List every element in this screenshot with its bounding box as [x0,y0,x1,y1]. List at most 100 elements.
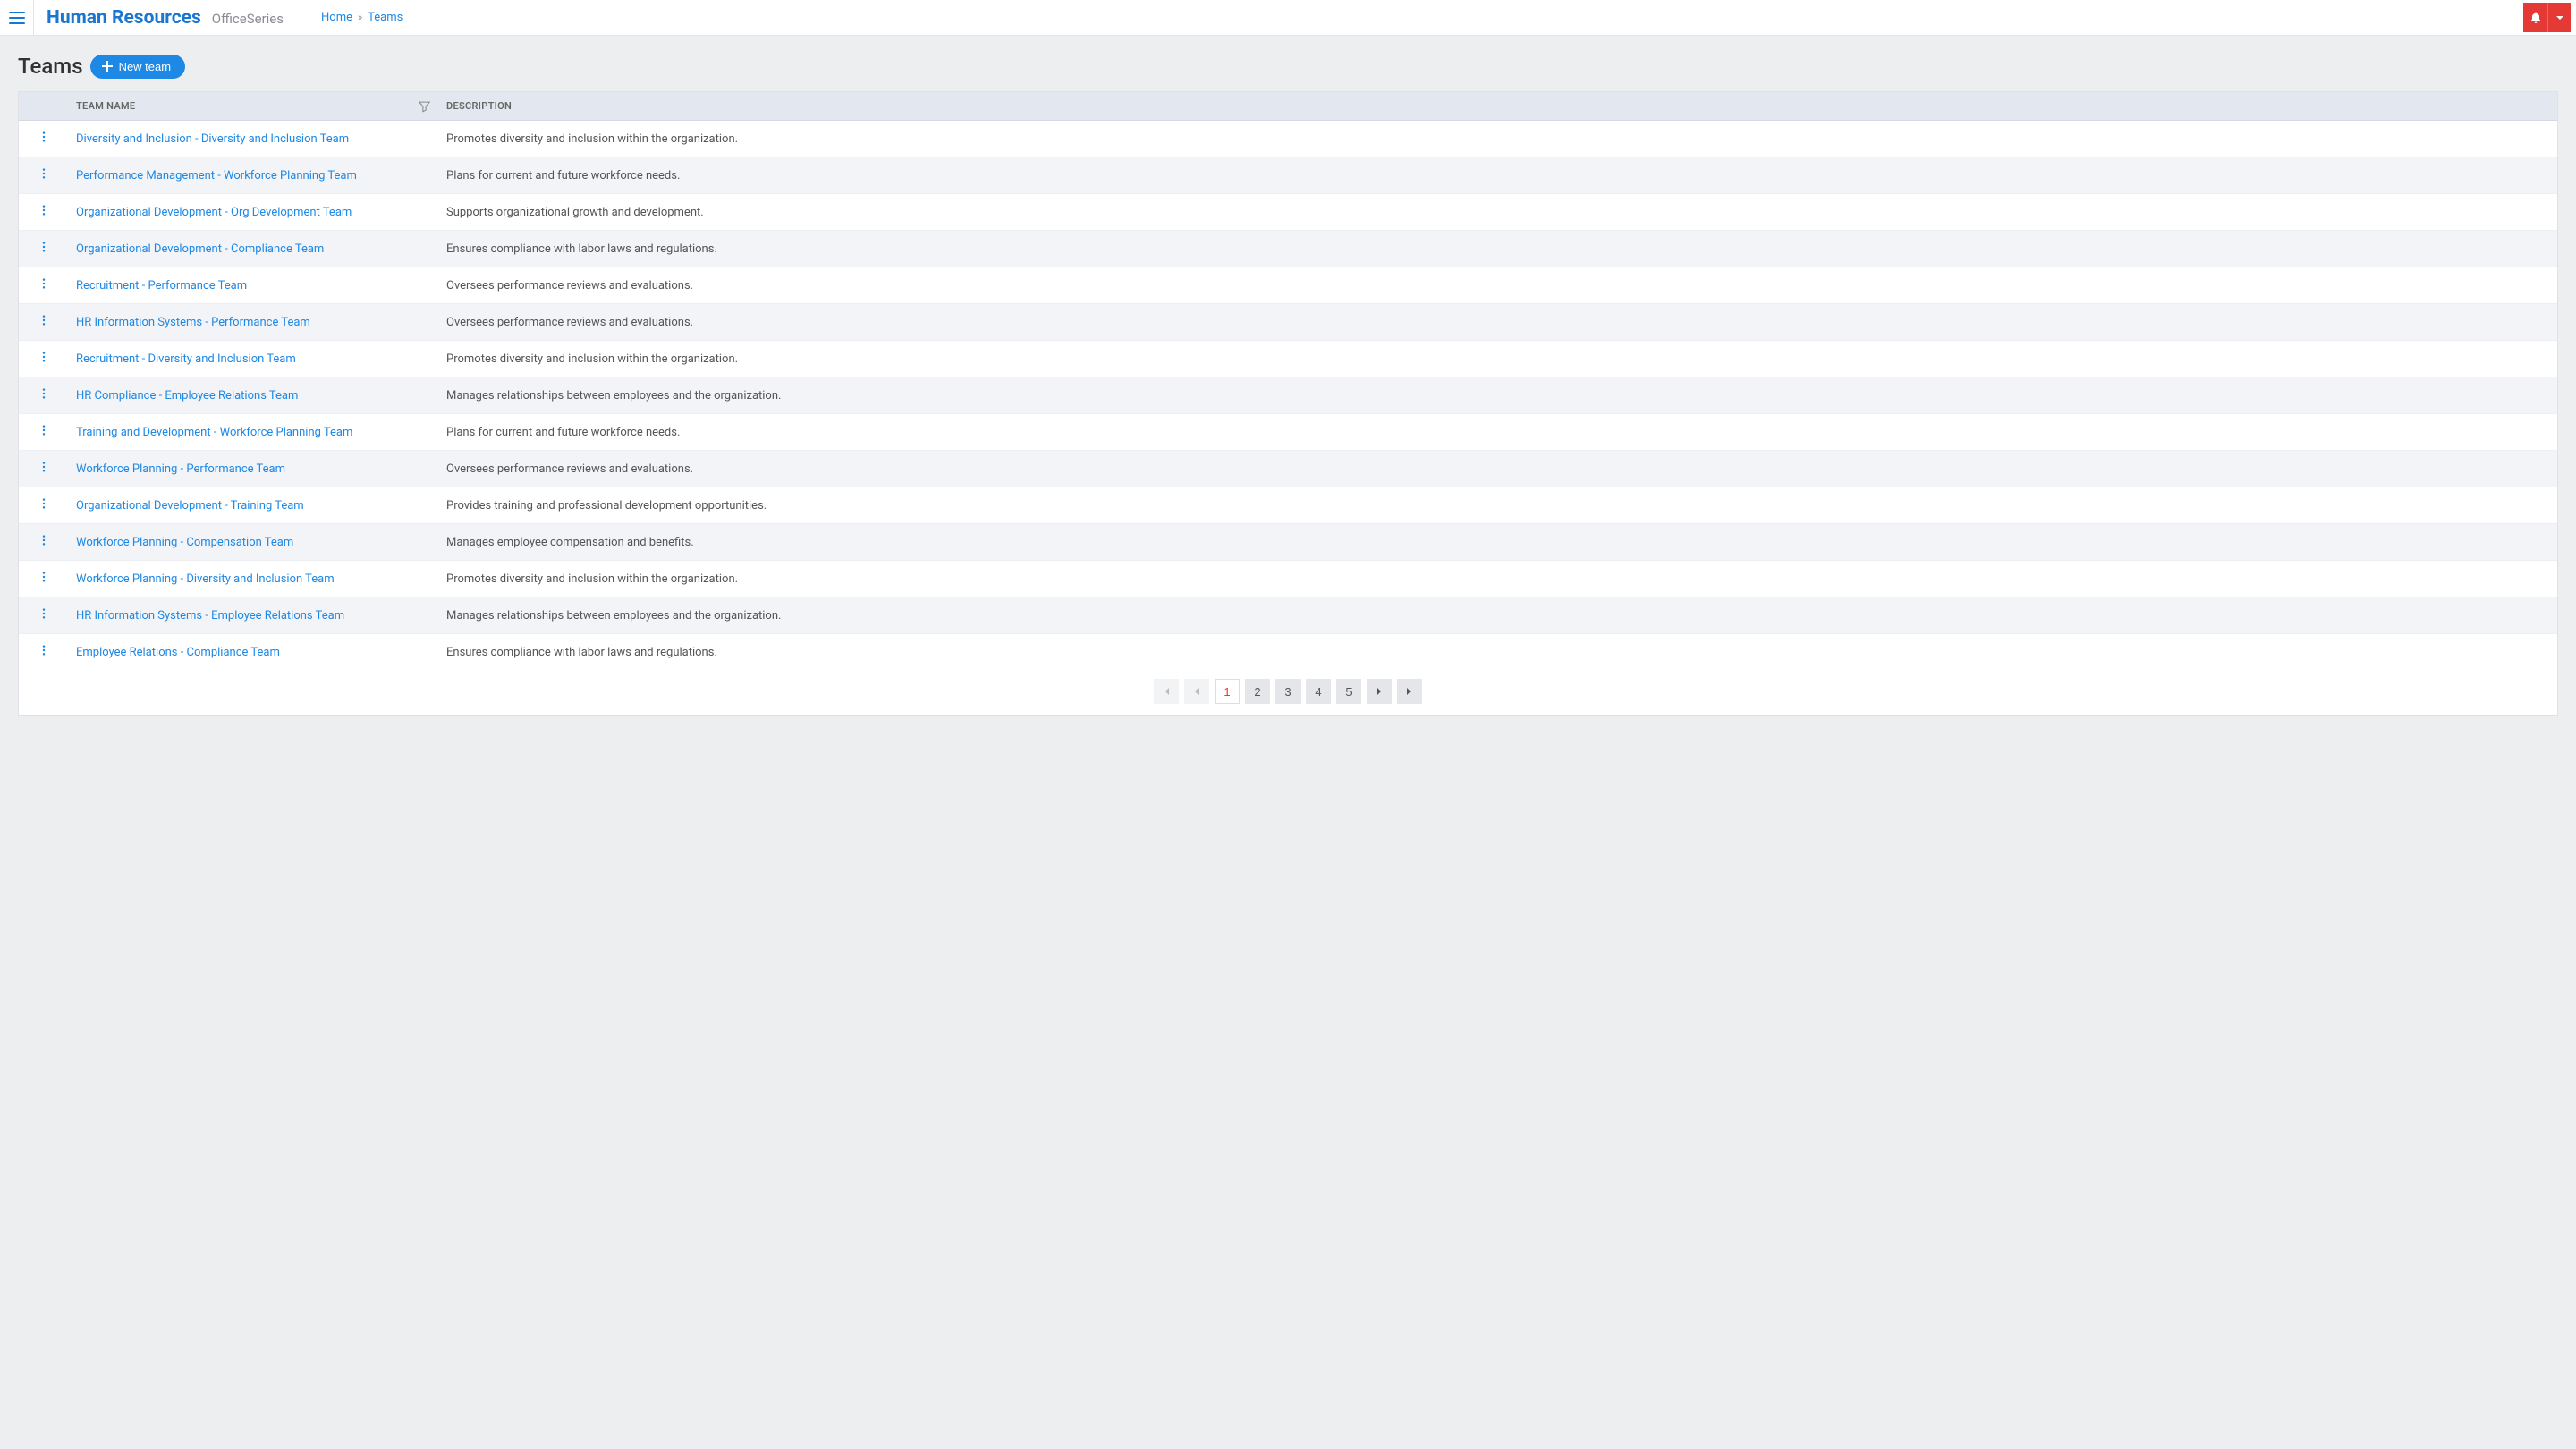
team-description-cell: Promotes diversity and inclusion within … [439,561,2557,597]
filter-icon[interactable] [419,100,430,112]
table-row: HR Information Systems - Employee Relati… [19,597,2557,634]
team-name-cell: Workforce Planning - Performance Team [69,451,439,487]
row-actions-cell [19,267,69,304]
team-link[interactable]: Organizational Development - Training Te… [76,499,304,513]
row-actions-cell [19,194,69,231]
page: Teams New team Team Name Description [0,36,2576,733]
team-name-cell: Recruitment - Diversity and Inclusion Te… [69,341,439,377]
table-row: Training and Development - Workforce Pla… [19,414,2557,451]
team-link[interactable]: Recruitment - Diversity and Inclusion Te… [76,352,296,366]
team-name-cell: HR Compliance - Employee Relations Team [69,377,439,414]
team-link[interactable]: Recruitment - Performance Team [76,279,247,292]
team-name-cell: Workforce Planning - Compensation Team [69,524,439,561]
team-link[interactable]: Employee Relations - Compliance Team [76,646,280,659]
team-description-cell: Manages relationships between employees … [439,597,2557,634]
more-vertical-icon[interactable] [38,497,50,510]
table-row: Employee Relations - Compliance Team Ensu… [19,634,2557,671]
more-vertical-icon[interactable] [38,424,50,436]
breadcrumb-current[interactable]: Teams [368,11,402,24]
table-row: Recruitment - Performance TeamOversees p… [19,267,2557,304]
team-link[interactable]: Workforce Planning - Compensation Team [76,536,293,549]
column-description-header[interactable]: Description [439,92,2557,121]
team-description-cell: Oversees performance reviews and evaluat… [439,304,2557,341]
table-row: Performance Management - Workforce Plann… [19,157,2557,194]
page-prev-button [1184,679,1209,704]
team-name-cell: Organizational Development - Org Develop… [69,194,439,231]
more-vertical-icon[interactable] [38,607,50,620]
breadcrumb: Home » Teams [321,11,402,24]
team-description-cell: Plans for current and future workforce n… [439,414,2557,451]
new-team-label: New team [119,60,172,73]
menu-button[interactable] [0,0,34,36]
page-number-button[interactable]: 4 [1306,679,1331,704]
team-link[interactable]: Training and Development - Workforce Pla… [76,426,352,439]
page-number-button[interactable]: 1 [1215,679,1240,704]
more-vertical-icon[interactable] [38,461,50,473]
chevron-first-icon [1161,686,1172,697]
team-link[interactable]: Workforce Planning - Performance Team [76,462,285,476]
page-first-button [1154,679,1179,704]
team-link[interactable]: Organizational Development - Org Develop… [76,206,352,219]
page-last-button[interactable] [1397,679,1422,704]
topbar: Human Resources OfficeSeries Home » Team… [0,0,2576,36]
column-actions-header [19,92,69,121]
team-description-cell: Provides training and professional devel… [439,487,2557,524]
more-vertical-icon[interactable] [38,204,50,216]
team-link[interactable]: HR Information Systems - Employee Relati… [76,609,344,623]
breadcrumb-home[interactable]: Home [321,11,352,24]
table-row: Diversity and Inclusion - Diversity and … [19,121,2557,157]
teams-table-container: Team Name Description Diversity and Incl… [18,91,2558,716]
team-description-cell: Supports organizational growth and devel… [439,194,2557,231]
row-actions-cell [19,304,69,341]
page-number-button[interactable]: 5 [1336,679,1361,704]
team-link[interactable]: Organizational Development - Compliance … [76,242,324,256]
column-name-header[interactable]: Team Name [69,92,439,121]
notifications-dropdown-button[interactable] [2548,3,2571,32]
team-link[interactable]: HR Compliance - Employee Relations Team [76,389,298,402]
team-name-cell: HR Information Systems - Employee Relati… [69,597,439,634]
page-number-button[interactable]: 3 [1275,679,1301,704]
page-next-button[interactable] [1367,679,1392,704]
more-vertical-icon[interactable] [38,131,50,143]
team-description-cell: Promotes diversity and inclusion within … [439,121,2557,157]
page-title: Teams [18,54,83,79]
row-actions-cell [19,341,69,377]
team-description-cell: Ensures compliance with labor laws and r… [439,634,2557,671]
row-actions-cell [19,487,69,524]
more-vertical-icon[interactable] [38,277,50,290]
table-row: Workforce Planning - Compensation TeamMa… [19,524,2557,561]
brand-sub: OfficeSeries [212,11,284,27]
table-row: Organizational Development - Compliance … [19,231,2557,267]
more-vertical-icon[interactable] [38,644,50,657]
team-name-cell: Employee Relations - Compliance Team [69,634,439,671]
table-row: Workforce Planning - Performance TeamOve… [19,451,2557,487]
team-description-cell: Plans for current and future workforce n… [439,157,2557,194]
chevron-right-icon [1374,686,1385,697]
chevron-left-icon [1191,686,1202,697]
more-vertical-icon[interactable] [38,571,50,583]
page-number-button[interactable]: 2 [1245,679,1270,704]
pagination: 12345 [19,670,2557,715]
table-row: Organizational Development - Org Develop… [19,194,2557,231]
team-link[interactable]: HR Information Systems - Performance Tea… [76,316,310,329]
more-vertical-icon[interactable] [38,534,50,547]
team-description-cell: Manages relationships between employees … [439,377,2557,414]
team-link[interactable]: Performance Management - Workforce Plann… [76,169,357,182]
more-vertical-icon[interactable] [38,314,50,326]
row-actions-cell [19,231,69,267]
more-vertical-icon[interactable] [38,387,50,400]
row-actions-cell [19,524,69,561]
more-vertical-icon[interactable] [38,351,50,363]
more-vertical-icon[interactable] [38,167,50,180]
column-description-label: Description [446,100,512,112]
team-name-cell: Diversity and Inclusion - Diversity and … [69,121,439,157]
team-link[interactable]: Diversity and Inclusion - Diversity and … [76,132,349,146]
plus-icon [101,60,114,72]
topbar-actions [2523,3,2571,32]
more-vertical-icon[interactable] [38,241,50,253]
team-name-cell: Organizational Development - Training Te… [69,487,439,524]
team-link[interactable]: Workforce Planning - Diversity and Inclu… [76,572,335,586]
team-name-cell: HR Information Systems - Performance Tea… [69,304,439,341]
new-team-button[interactable]: New team [90,55,186,79]
notifications-button[interactable] [2523,3,2548,32]
